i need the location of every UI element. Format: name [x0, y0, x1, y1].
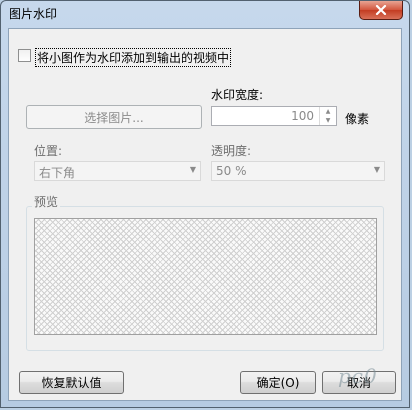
chevron-down-icon: ▼ [373, 165, 380, 174]
restore-defaults-button[interactable]: 恢复默认值 [19, 371, 124, 394]
position-label: 位置: [34, 144, 63, 158]
opacity-label: 透明度: [211, 144, 252, 158]
opacity-value: 50 % [216, 164, 247, 178]
dialog-window: 图片水印 将小图作为水印添加到输出的视频中 选择图片... 水印宽度: 100 … [0, 0, 410, 408]
width-spinner[interactable]: 100 ▲ ▼ [211, 106, 337, 126]
add-watermark-label[interactable]: 将小图作为水印添加到输出的视频中 [35, 48, 232, 67]
width-value[interactable]: 100 [291, 109, 314, 123]
spin-down-icon[interactable]: ▼ [320, 116, 336, 125]
site-watermark-logo: pc0 [338, 364, 378, 388]
position-value: 右下角 [39, 166, 76, 180]
width-label: 水印宽度: [211, 88, 264, 102]
spin-up-icon[interactable]: ▲ [320, 107, 336, 116]
dialog-content: 将小图作为水印添加到输出的视频中 选择图片... 水印宽度: 100 ▲ ▼ 像… [8, 28, 402, 401]
close-button[interactable] [359, 1, 403, 20]
add-watermark-checkbox[interactable] [18, 49, 31, 62]
width-unit: 像素 [345, 112, 370, 126]
window-title: 图片水印 [9, 7, 58, 21]
preview-title: 预览 [32, 193, 61, 210]
title-bar[interactable]: 图片水印 [1, 1, 409, 25]
opacity-select[interactable]: 50 % ▼ [211, 161, 385, 181]
chevron-down-icon: ▼ [189, 165, 196, 174]
position-select[interactable]: 右下角 ▼ [34, 161, 201, 181]
close-icon [375, 5, 387, 15]
preview-area [34, 218, 377, 335]
choose-image-button[interactable]: 选择图片... [26, 105, 202, 129]
ok-button[interactable]: 确定(O) [240, 371, 316, 394]
